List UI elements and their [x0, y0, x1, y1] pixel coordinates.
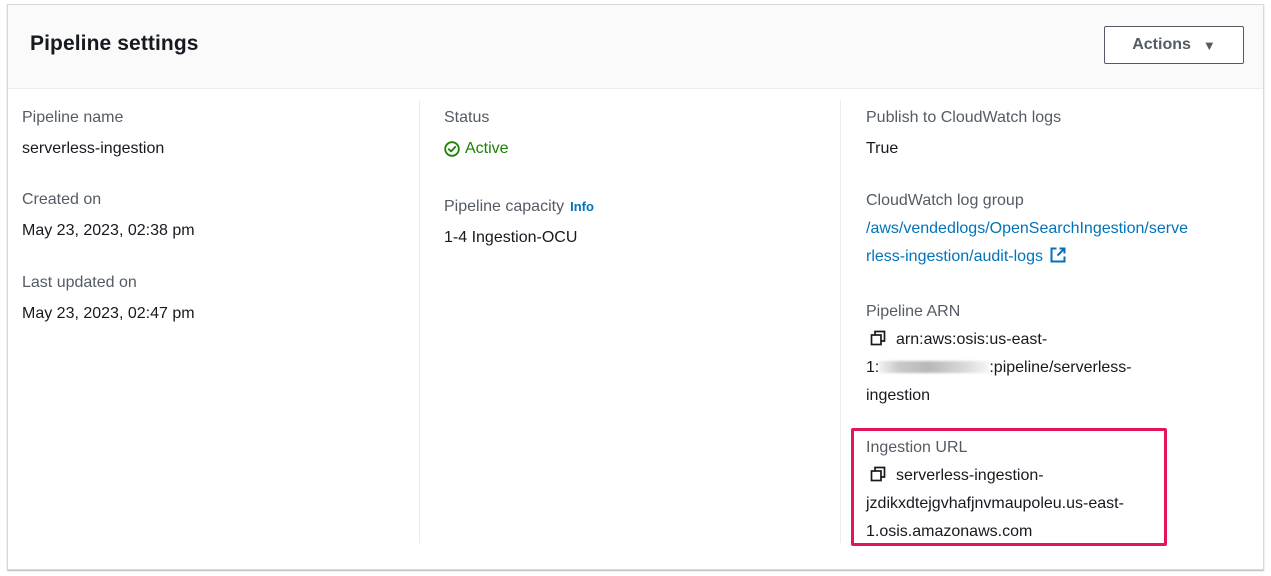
created-on-field: Created on May 23, 2023, 02:38 pm: [22, 190, 195, 241]
panel-title: Pipeline settings: [30, 32, 199, 55]
pipeline-capacity-field: Pipeline capacity Info 1-4 Ingestion-OCU: [444, 197, 594, 248]
created-on-label: Created on: [22, 191, 102, 208]
publish-cloudwatch-value: True: [866, 140, 899, 157]
actions-button-label: Actions: [1132, 36, 1191, 53]
last-updated-value: May 23, 2023, 02:47 pm: [22, 305, 195, 322]
panel-header: Pipeline settings Actions ▼: [8, 5, 1263, 89]
pipeline-name-field: Pipeline name serverless-ingestion: [22, 108, 164, 159]
pipeline-arn-line-2: 1: :pipeline/serverless-: [866, 354, 1132, 382]
status-value: Active: [444, 139, 509, 159]
redacted-account-id: [879, 361, 990, 373]
ingestion-url-highlight: [851, 428, 1167, 546]
pipeline-arn-text-1: arn:aws:osis:us-east-: [896, 331, 1048, 348]
pipeline-arn-line-3: ingestion: [866, 387, 931, 404]
check-circle-icon: [444, 141, 460, 157]
created-on-value: May 23, 2023, 02:38 pm: [22, 222, 195, 239]
caret-down-icon: ▼: [1202, 37, 1216, 53]
pipeline-capacity-label: Pipeline capacity: [444, 198, 565, 215]
pipeline-arn-label: Pipeline ARN: [866, 303, 961, 320]
copy-icon[interactable]: [870, 330, 886, 346]
log-group-field: CloudWatch log group /aws/vendedlogs/Ope…: [866, 191, 1188, 271]
log-group-link[interactable]: /aws/vendedlogs/OpenSearchIngestion/serv…: [866, 215, 1188, 271]
last-updated-field: Last updated on May 23, 2023, 02:47 pm: [22, 273, 195, 324]
actions-button[interactable]: Actions ▼: [1104, 26, 1244, 64]
pipeline-arn-field: Pipeline ARN arn:aws:osis:us-east- 1: :pi…: [866, 302, 1132, 410]
pipeline-name-value: serverless-ingestion: [22, 140, 165, 157]
publish-cloudwatch-field: Publish to CloudWatch logs True: [866, 108, 1061, 159]
publish-cloudwatch-label: Publish to CloudWatch logs: [866, 109, 1062, 126]
pipeline-arn-value: arn:aws:osis:us-east- 1: :pipeline/server…: [866, 326, 1132, 410]
pipeline-name-label: Pipeline name: [22, 109, 124, 126]
status-field: Status Active: [444, 108, 509, 159]
column-divider: [840, 100, 841, 543]
pipeline-capacity-label-row: Pipeline capacity Info: [444, 197, 594, 217]
column-divider: [419, 100, 420, 543]
log-group-link-line-2[interactable]: rless-ingestion/audit-logs: [866, 248, 1043, 265]
pipeline-arn-text-2a: 1:: [866, 359, 880, 376]
pipeline-arn-line-1: arn:aws:osis:us-east-: [866, 326, 1132, 354]
status-text: Active: [465, 140, 509, 157]
last-updated-label: Last updated on: [22, 274, 137, 291]
log-group-label: CloudWatch log group: [866, 192, 1024, 209]
status-label: Status: [444, 109, 490, 126]
external-link-icon[interactable]: [1049, 246, 1067, 264]
pipeline-capacity-value: 1-4 Ingestion-OCU: [444, 229, 578, 246]
log-group-link-line-1[interactable]: /aws/vendedlogs/OpenSearchIngestion/serv…: [866, 215, 1188, 243]
pipeline-arn-text-2b: :pipeline/serverless-: [989, 359, 1132, 376]
info-link[interactable]: Info: [570, 199, 594, 214]
